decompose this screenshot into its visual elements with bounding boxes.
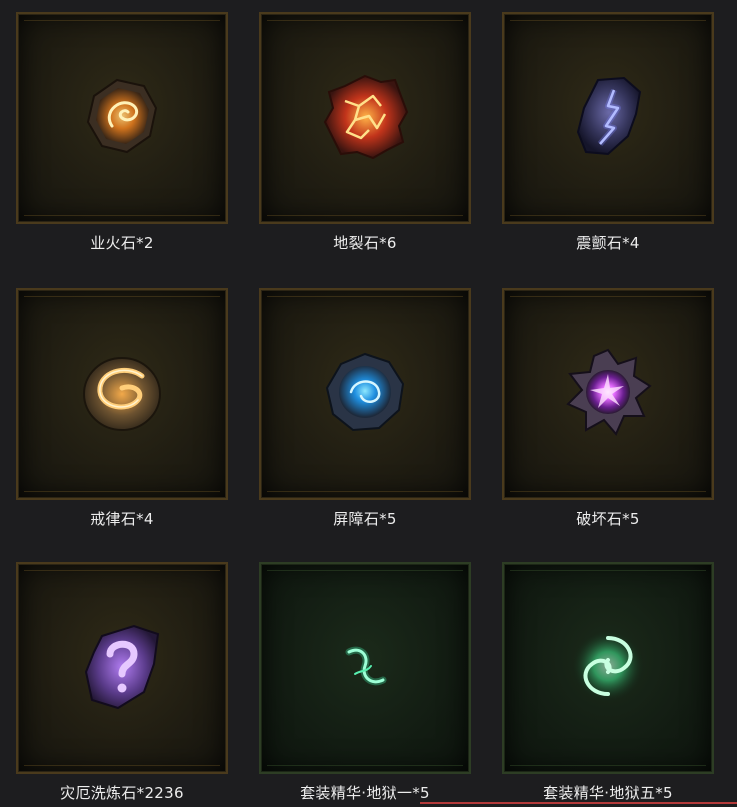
item-frame[interactable] <box>259 12 471 224</box>
item-cell-tremor[interactable]: 震颤石*4 <box>502 12 714 274</box>
item-label: 屏障石*5 <box>333 510 397 528</box>
item-frame[interactable] <box>16 562 228 774</box>
item-cell-destruction[interactable]: 破坏石*5 <box>502 288 714 550</box>
item-frame[interactable] <box>502 562 714 774</box>
item-label: 震颤石*4 <box>576 234 640 252</box>
destruction-stone-icon <box>566 348 652 436</box>
earthsplit-stone-icon <box>323 74 409 160</box>
item-grid: 业火石*2 地裂石*6 震颤石*4 戒律石*4 屏障石*5 破坏石*5 灾厄洗炼… <box>0 0 737 807</box>
item-cell-set-essence-hell-1[interactable]: 套装精华·地狱一*5 <box>259 562 471 807</box>
set-essence-hell-5-icon <box>572 630 644 702</box>
discipline-stone-icon <box>83 357 161 431</box>
item-frame[interactable] <box>502 12 714 224</box>
item-label: 地裂石*6 <box>333 234 397 252</box>
item-label: 套装精华·地狱一*5 <box>300 784 430 802</box>
tremor-stone-icon <box>576 76 642 156</box>
item-label: 业火石*2 <box>90 234 154 252</box>
item-label: 灾厄洗炼石*2236 <box>60 784 184 802</box>
item-frame[interactable] <box>259 562 471 774</box>
set-essence-hell-1-icon <box>345 646 387 686</box>
item-label: 破坏石*5 <box>576 510 640 528</box>
item-cell-hellfire[interactable]: 业火石*2 <box>16 12 228 274</box>
item-frame[interactable] <box>16 12 228 224</box>
item-frame[interactable] <box>502 288 714 500</box>
hellfire-stone-icon <box>86 78 158 154</box>
item-label: 戒律石*4 <box>90 510 154 528</box>
calamity-reforge-stone-icon <box>84 624 160 710</box>
item-cell-earthsplit[interactable]: 地裂石*6 <box>259 12 471 274</box>
accent-line <box>420 802 737 804</box>
item-label: 套装精华·地狱五*5 <box>543 784 673 802</box>
item-cell-calamity[interactable]: 灾厄洗炼石*2236 <box>16 562 228 807</box>
item-cell-set-essence-hell-5[interactable]: 套装精华·地狱五*5 <box>502 562 714 807</box>
item-frame[interactable] <box>16 288 228 500</box>
item-cell-discipline[interactable]: 戒律石*4 <box>16 288 228 550</box>
barrier-stone-icon <box>325 352 405 432</box>
item-frame[interactable] <box>259 288 471 500</box>
item-cell-barrier[interactable]: 屏障石*5 <box>259 288 471 550</box>
